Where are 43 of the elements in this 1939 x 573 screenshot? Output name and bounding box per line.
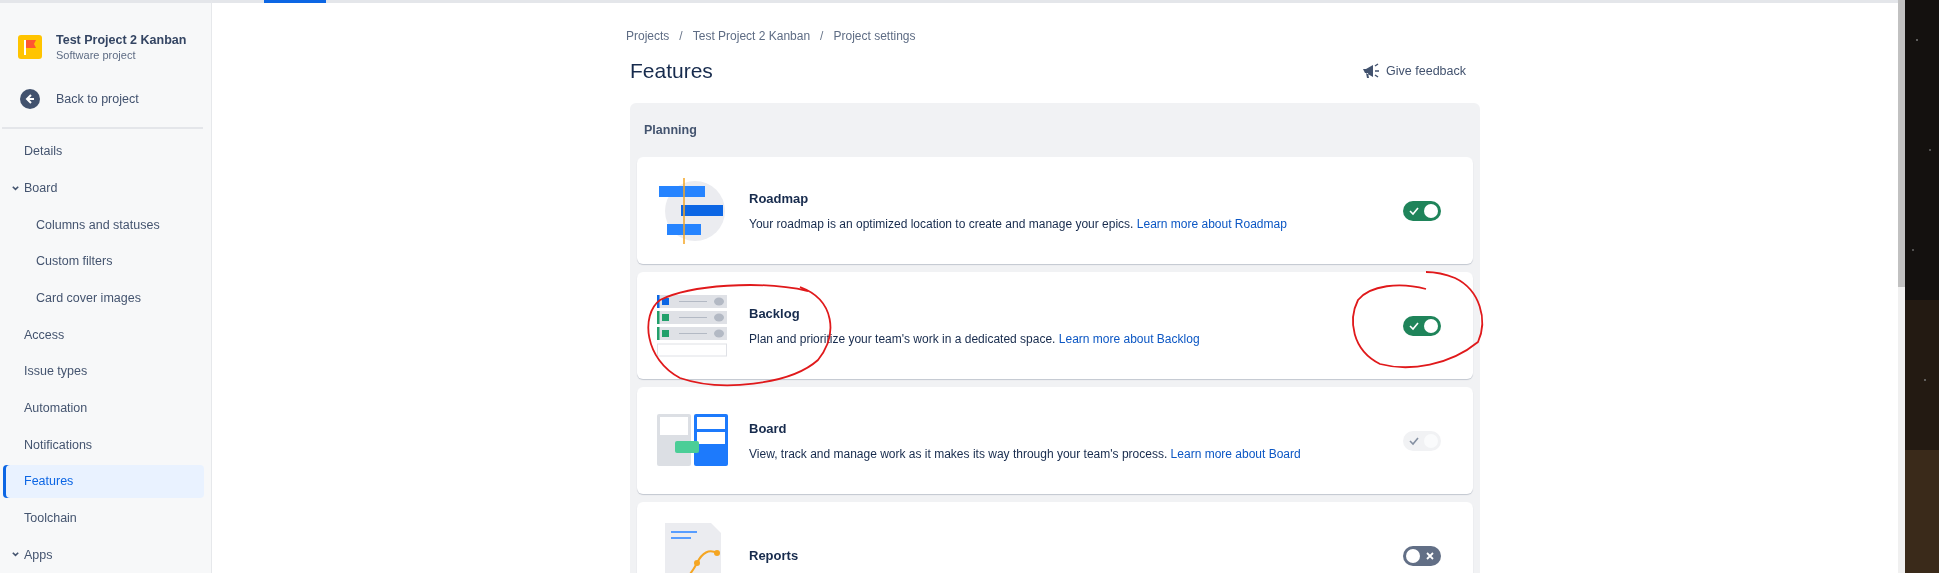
sidebar-item[interactable]: Custom filters	[3, 245, 204, 278]
feature-name: Reports	[749, 548, 800, 563]
breadcrumb-link[interactable]: Projects	[626, 29, 670, 43]
page-title: Features	[630, 59, 713, 83]
flag-icon	[18, 35, 42, 59]
breadcrumb-separator: /	[819, 29, 825, 43]
sidebar-item[interactable]: Notifications	[3, 428, 204, 462]
breadcrumb-separator: /	[678, 29, 684, 43]
project-type: Software project	[56, 49, 137, 61]
check-icon	[1409, 320, 1419, 331]
check-icon	[1409, 205, 1419, 216]
feature-toggle[interactable]	[1403, 545, 1441, 566]
breadcrumb-link[interactable]: Test Project 2 Kanban	[692, 29, 811, 43]
sidebar-item[interactable]: Access	[3, 318, 204, 351]
feature-description: Your roadmap is an optimized location to create and manage your epics. Learn more about Roadmap	[749, 216, 1288, 231]
sidebar-item[interactable]: Apps	[3, 538, 204, 572]
check-icon	[1409, 435, 1419, 446]
project-name: Test Project 2 Kanban	[56, 33, 187, 47]
back-link[interactable]: Back to project	[20, 89, 139, 109]
feedback-button[interactable]: Give feedback	[1354, 59, 1474, 83]
feature-name: Roadmap	[749, 190, 810, 206]
learn-more-link[interactable]: Learn more about Roadmap	[1136, 216, 1287, 231]
breadcrumb-link[interactable]: Project settings	[833, 29, 916, 43]
sidebar-item[interactable]: Toolchain	[3, 501, 204, 535]
section-title: Planning	[643, 122, 698, 139]
feature-name: Board	[749, 420, 788, 436]
sidebar-item[interactable]: Columns and statuses	[3, 208, 204, 241]
feature-name: Backlog	[749, 305, 801, 321]
learn-more-link[interactable]: Learn more about Backlog	[1058, 331, 1200, 346]
megaphone-icon	[1362, 63, 1381, 79]
close-icon	[1425, 550, 1435, 561]
sidebar-item[interactable]: Board	[3, 171, 204, 205]
scrollbar[interactable]	[1898, 0, 1905, 573]
sidebar-item[interactable]: Automation	[3, 391, 204, 425]
chevron-icon	[11, 183, 20, 193]
chevron-icon	[11, 550, 20, 560]
feature-toggle[interactable]	[1403, 315, 1441, 336]
sidebar-item[interactable]: Features	[3, 465, 204, 498]
sidebar-item[interactable]: Card cover images	[3, 281, 204, 315]
feature-toggle[interactable]	[1403, 200, 1441, 221]
sidebar-item[interactable]: Details	[3, 135, 204, 168]
sidebar-item[interactable]: Issue types	[3, 355, 204, 388]
feature-description: View, track and manage work as it makes its way through your team's process. Learn more about Board	[749, 446, 1302, 461]
